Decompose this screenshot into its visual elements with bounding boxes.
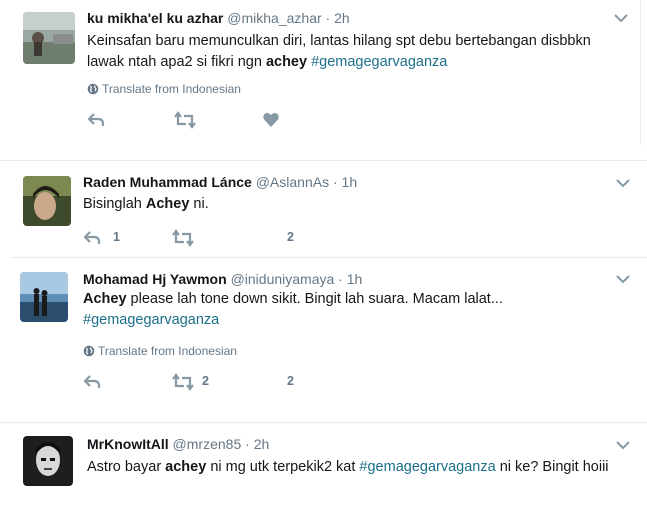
reply-icon[interactable]: [83, 228, 101, 248]
translate-label: Translate from Indonesian: [102, 82, 241, 96]
avatar-image: [23, 176, 71, 226]
retweet-icon[interactable]: [173, 110, 197, 130]
tweet-text: Keinsafan baru memunculkan diri, lantas …: [87, 31, 627, 73]
username[interactable]: @mikha_azhar: [227, 10, 321, 26]
chevron-down-icon[interactable]: [616, 440, 630, 450]
hashtag-link[interactable]: #gemagegarvaganza: [359, 459, 495, 475]
display-name[interactable]: ku mikha'el ku azhar: [87, 10, 223, 26]
translate-link[interactable]: Translate from Indonesian: [83, 344, 237, 358]
chevron-down-icon[interactable]: [616, 178, 630, 188]
avatar-image: [23, 12, 75, 64]
username[interactable]: @mrzen85: [173, 436, 242, 452]
tweet-3[interactable]: Mohamad Hj Yawmon @iniduniyamaya · 1h Ac…: [0, 258, 647, 418]
tweet-header: Mohamad Hj Yawmon @iniduniyamaya · 1h: [83, 270, 362, 288]
thread-divider: [640, 0, 641, 145]
globe-icon: [87, 83, 99, 95]
translate-link[interactable]: Translate from Indonesian: [87, 82, 241, 96]
tweet-header: ku mikha'el ku azhar @mikha_azhar · 2h: [87, 9, 350, 27]
like-icon[interactable]: [262, 110, 280, 130]
chevron-down-icon[interactable]: [614, 13, 628, 23]
tweet-text: Bisinglah Achey ni.: [83, 194, 623, 215]
translate-label: Translate from Indonesian: [98, 344, 237, 358]
display-name[interactable]: Raden Muhammad Lánce: [83, 174, 252, 190]
timestamp[interactable]: 1h: [342, 174, 358, 190]
separator: ·: [245, 436, 250, 452]
text-segment: ni ke? Bingit hoiii: [495, 459, 609, 475]
avatar[interactable]: [23, 176, 71, 226]
timestamp[interactable]: 2h: [254, 436, 270, 452]
tweet-header: MrKnowItAll @mrzen85 · 2h: [87, 435, 269, 453]
separator: ·: [338, 271, 343, 287]
reply-icon[interactable]: [87, 110, 105, 130]
retweet-icon[interactable]: [171, 228, 195, 248]
display-name[interactable]: MrKnowItAll: [87, 436, 169, 452]
tweet-1[interactable]: ku mikha'el ku azhar @mikha_azhar · 2h K…: [0, 0, 647, 145]
retweet-icon[interactable]: [171, 372, 195, 392]
globe-icon: [83, 345, 95, 357]
username[interactable]: @iniduniyamaya: [231, 271, 335, 287]
hashtag-link[interactable]: #gemagegarvaganza: [311, 54, 447, 70]
text-segment: Bisinglah: [83, 196, 146, 212]
hashtag-link[interactable]: #gemagegarvaganza: [83, 312, 219, 328]
username[interactable]: @AslannAs: [256, 174, 329, 190]
keyword: Achey: [145, 196, 190, 212]
avatar-image: [20, 272, 68, 322]
like-count: 2: [287, 230, 294, 244]
avatar-image: [23, 436, 73, 486]
tweet-actions: [87, 110, 387, 130]
timestamp[interactable]: 1h: [347, 271, 363, 287]
keyword: achey: [265, 54, 308, 70]
avatar[interactable]: [20, 272, 68, 322]
reply-icon[interactable]: [83, 372, 101, 392]
keyword: Achey: [83, 291, 127, 307]
tweet-text: Achey please lah tone down sikit. Bingit…: [83, 289, 623, 331]
tweet-4[interactable]: MrKnowItAll @mrzen85 · 2h Astro bayar ac…: [0, 423, 647, 509]
text-segment: please lah tone down sikit. Bingit lah s…: [126, 291, 503, 307]
chevron-down-icon[interactable]: [616, 274, 630, 284]
keyword: achey: [165, 459, 207, 475]
reply-count: 1: [113, 230, 120, 244]
tweet-header: Raden Muhammad Lánce @AslannAs · 1h: [83, 173, 357, 191]
tweet-actions: 2 2: [83, 372, 383, 392]
tweet-text: Astro bayar achey ni mg utk terpekik2 ka…: [87, 457, 627, 478]
timestamp[interactable]: 2h: [334, 10, 350, 26]
separator: ·: [325, 10, 331, 26]
tweet-2[interactable]: Raden Muhammad Lánce @AslannAs · 1h Bisi…: [0, 161, 647, 257]
retweet-count: 2: [202, 374, 209, 388]
like-count: 2: [287, 374, 294, 388]
text-segment: ni mg utk terpekik2 kat: [206, 459, 360, 475]
avatar[interactable]: [23, 436, 73, 486]
text-segment: ni.: [189, 196, 209, 212]
text-segment: Astro bayar: [87, 459, 166, 475]
separator: ·: [332, 174, 338, 190]
tweet-actions: 1 2: [83, 228, 383, 248]
display-name[interactable]: Mohamad Hj Yawmon: [83, 271, 227, 287]
avatar[interactable]: [23, 12, 75, 64]
